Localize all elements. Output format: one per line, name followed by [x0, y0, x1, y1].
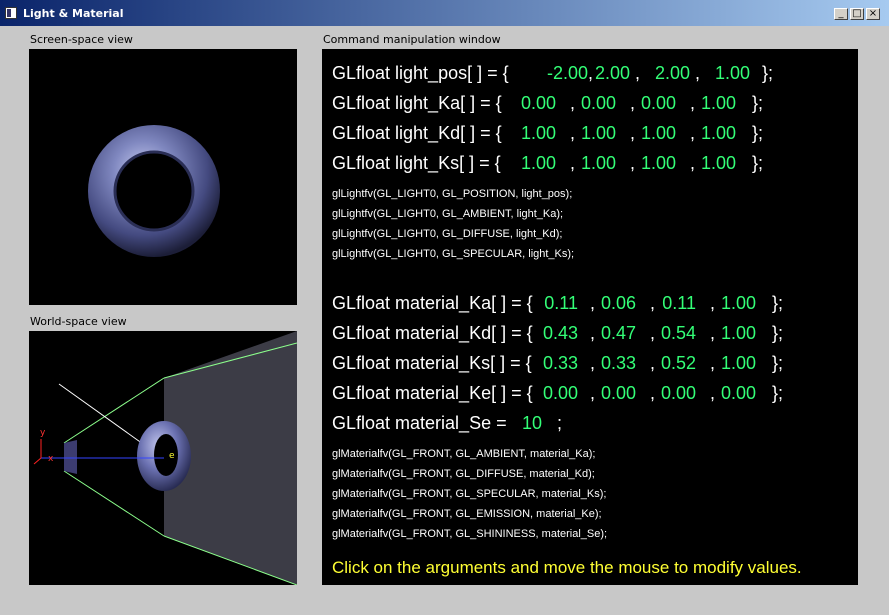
light-ka-value-1[interactable]: 0.00 [570, 93, 616, 113]
world-space-view[interactable]: y x e [29, 331, 297, 585]
z-axis-label: e [169, 451, 175, 461]
material-kd-value-1[interactable]: 0.47 [590, 323, 636, 343]
y-axis-label: y [40, 428, 46, 438]
screen-torus-svg [88, 125, 220, 257]
screen-view-label: Screen-space view [30, 33, 133, 46]
title-bar: Light & Material _ □ × [0, 0, 889, 26]
light-pos-value-3[interactable]: 1.00 [704, 63, 750, 83]
material-code-line-1: glMaterialfv(GL_FRONT, GL_DIFFUSE, mater… [332, 468, 595, 480]
instruction-text: Click on the arguments and move the mous… [332, 558, 802, 577]
close-button[interactable]: × [866, 8, 880, 20]
light-code-line-0: glLightfv(GL_LIGHT0, GL_POSITION, light_… [332, 188, 573, 200]
material-ka-value-2[interactable]: 0.11 [650, 293, 696, 313]
material-code-line-0: glMaterialfv(GL_FRONT, GL_AMBIENT, mater… [332, 448, 596, 460]
material-ka-value-3[interactable]: 1.00 [710, 293, 756, 313]
material-code-line-4: glMaterialfv(GL_FRONT, GL_SHININESS, mat… [332, 528, 608, 540]
material-ke-value-0[interactable]: 0.00 [532, 383, 578, 403]
x-axis-label: x [48, 454, 54, 464]
material-ks-prefix: GLfloat material_Ks[ ] = { [332, 353, 532, 373]
material-kd-end: }; [772, 323, 784, 343]
world-scene-svg: y x e [33, 331, 297, 585]
minimize-button[interactable]: _ [834, 8, 848, 20]
light-pos-value-2[interactable]: 2.00 [644, 63, 690, 83]
light-ka-value-0[interactable]: 0.00 [510, 93, 556, 113]
near-clip-plane [64, 440, 77, 474]
light-code-line-3: glLightfv(GL_LIGHT0, GL_SPECULAR, light_… [332, 248, 575, 260]
light-ks-end: }; [752, 153, 764, 173]
light-kd-prefix: GLfloat light_Kd[ ] = { [332, 123, 502, 143]
material-se-end: ; [557, 413, 563, 433]
material-kd-prefix: GLfloat material_Kd[ ] = { [332, 323, 533, 343]
material-kd-value-3[interactable]: 1.00 [710, 323, 756, 343]
torus-shape [88, 125, 220, 257]
material-kd-value-0[interactable]: 0.43 [532, 323, 578, 343]
material-ks-value-3[interactable]: 1.00 [710, 353, 756, 373]
light-ka-prefix: GLfloat light_Ka[ ] = { [332, 93, 502, 113]
material-ke-value-2[interactable]: 0.00 [650, 383, 696, 403]
light-ks-value-1[interactable]: 1.00 [570, 153, 616, 173]
material-ka-end: }; [772, 293, 784, 313]
light-ka-end: }; [752, 93, 764, 113]
material-ke-end: }; [772, 383, 784, 403]
light-kd-end: }; [752, 123, 764, 143]
material-se-prefix: GLfloat material_Se = [332, 413, 507, 433]
material-ka-value-0[interactable]: 0.11 [532, 293, 578, 313]
app-icon[interactable] [5, 7, 17, 19]
maximize-button[interactable]: □ [850, 8, 864, 20]
material-ks-value-2[interactable]: 0.52 [650, 353, 696, 373]
x-axis-line [33, 457, 42, 465]
light-kd-value-0[interactable]: 1.00 [510, 123, 556, 143]
material-ks-value-0[interactable]: 0.33 [532, 353, 578, 373]
material-ke-prefix: GLfloat material_Ke[ ] = { [332, 383, 533, 403]
window-title: Light & Material [23, 7, 124, 20]
material-ks-value-1[interactable]: 0.33 [590, 353, 636, 373]
light-pos-value-1[interactable]: 2.00 [584, 63, 630, 83]
material-code-line-2: glMaterialfv(GL_FRONT, GL_SPECULAR, mate… [332, 488, 607, 500]
material-se-value[interactable]: 10 [500, 413, 542, 433]
light-kd-value-3[interactable]: 1.00 [690, 123, 736, 143]
light-ks-value-2[interactable]: 1.00 [630, 153, 676, 173]
command-window-label: Command manipulation window [323, 33, 501, 46]
light-kd-value-1[interactable]: 1.00 [570, 123, 616, 143]
light-ka-value-2[interactable]: 0.00 [630, 93, 676, 113]
screen-space-view[interactable] [29, 49, 297, 305]
material-code-line-3: glMaterialfv(GL_FRONT, GL_EMISSION, mate… [332, 508, 602, 520]
light-pos-prefix: GLfloat light_pos[ ] = { [332, 63, 509, 83]
light-pos-value-0[interactable]: -2.00 [532, 63, 588, 83]
light-code-line-2: glLightfv(GL_LIGHT0, GL_DIFFUSE, light_K… [332, 228, 563, 240]
material-ka-value-1[interactable]: 0.06 [590, 293, 636, 313]
material-ka-prefix: GLfloat material_Ka[ ] = { [332, 293, 533, 313]
light-ks-prefix: GLfloat light_Ks[ ] = { [332, 153, 501, 173]
material-ks-end: }; [772, 353, 784, 373]
light-kd-value-2[interactable]: 1.00 [630, 123, 676, 143]
light-ks-value-0[interactable]: 1.00 [510, 153, 556, 173]
world-view-label: World-space view [30, 315, 127, 328]
light-ka-value-3[interactable]: 1.00 [690, 93, 736, 113]
light-ks-value-3[interactable]: 1.00 [690, 153, 736, 173]
material-ke-value-3[interactable]: 0.00 [710, 383, 756, 403]
material-ke-value-1[interactable]: 0.00 [590, 383, 636, 403]
light-pos-end: }; [762, 63, 774, 83]
command-window: GLfloat light_pos[ ] = { -2.00 , 2.00 , … [322, 49, 858, 585]
material-kd-value-2[interactable]: 0.54 [650, 323, 696, 343]
light-code-line-1: glLightfv(GL_LIGHT0, GL_AMBIENT, light_K… [332, 208, 564, 220]
